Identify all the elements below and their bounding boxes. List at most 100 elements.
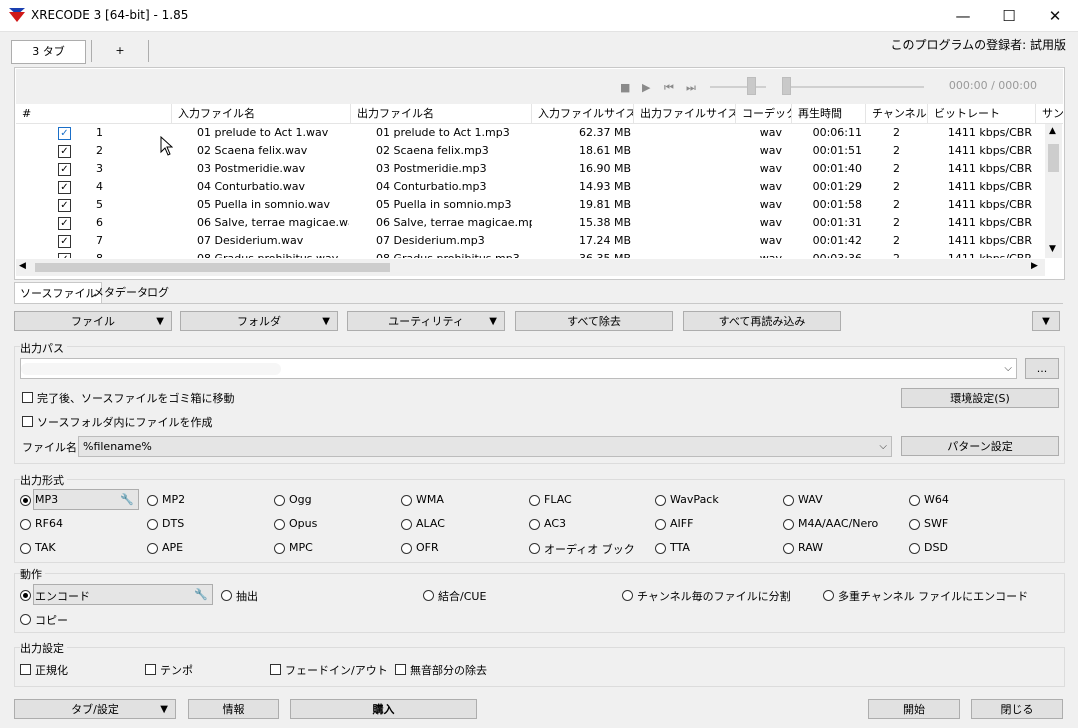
row-checkbox[interactable]: ✓ (58, 163, 71, 176)
format-option-radio[interactable] (401, 543, 412, 554)
volume-slider-thumb[interactable] (747, 77, 756, 95)
column-header-output-name[interactable]: 出力ファイル名 (351, 104, 532, 123)
format-option-radio[interactable] (147, 519, 158, 530)
move-to-trash-checkbox[interactable] (22, 392, 33, 403)
format-option-radio[interactable] (655, 543, 666, 554)
column-header-codec[interactable]: コーデック (736, 104, 792, 123)
horizontal-scroll-thumb[interactable] (35, 263, 390, 272)
chevron-down-icon[interactable]: ⌵ (1004, 359, 1012, 378)
table-row[interactable]: ✓ 4 04 Conturbatio.wav 04 Conturbatio.mp3 14… (16, 178, 1044, 196)
output-setting-checkbox[interactable] (20, 664, 31, 675)
format-option-radio[interactable] (20, 495, 31, 506)
column-header-sample-rate[interactable]: サン (1036, 104, 1063, 123)
action-option-radio[interactable] (20, 614, 31, 625)
column-header-input-name[interactable]: 入力ファイル名 (172, 104, 351, 123)
column-header-bitrate[interactable]: ビットレート (928, 104, 1036, 123)
column-header-input-size[interactable]: 入力ファイルサイズ (532, 104, 634, 123)
format-option-radio[interactable] (147, 543, 158, 554)
pattern-settings-button[interactable]: パターン設定 (901, 436, 1059, 456)
row-checkbox[interactable]: ✓ (58, 181, 71, 194)
table-row[interactable]: ✓ 6 06 Salve, terrae magicae.wav 06 Salve, … (16, 214, 1044, 232)
stop-icon[interactable]: ■ (620, 81, 630, 94)
scroll-down-icon[interactable]: ▼ (1049, 244, 1056, 254)
scroll-right-icon[interactable]: ▶ (1031, 261, 1038, 271)
output-setting-checkbox[interactable] (395, 664, 406, 675)
action-option-radio[interactable] (221, 590, 232, 601)
column-header-number[interactable]: # (16, 104, 172, 123)
format-option-radio[interactable] (909, 543, 920, 554)
tab-settings-button[interactable]: タブ/設定 ▼ (14, 699, 176, 719)
format-option-radio[interactable] (529, 495, 540, 506)
format-option-radio[interactable] (274, 495, 285, 506)
format-option-radio[interactable] (274, 519, 285, 530)
minimize-button[interactable]: — (940, 0, 986, 31)
create-in-source-checkbox[interactable] (22, 416, 33, 427)
table-row[interactable]: ✓ 7 07 Desiderium.wav 07 Desiderium.mp3 17.2… (16, 232, 1044, 250)
table-row[interactable]: ✓ 5 05 Puella in somnio.wav 05 Puella in so… (16, 196, 1044, 214)
filename-combo[interactable]: %filename% ⌵ (78, 436, 892, 457)
start-button[interactable]: 開始 (868, 699, 960, 719)
format-option-radio[interactable] (909, 519, 920, 530)
table-row[interactable]: ✓ 8 08 Gradus prohibitus.wav 08 Gradus proh… (16, 250, 1044, 258)
action-option-radio[interactable] (823, 590, 834, 601)
row-checkbox[interactable]: ✓ (58, 235, 71, 248)
action-option-radio[interactable] (423, 590, 434, 601)
close-window-button[interactable]: ✕ (1032, 0, 1078, 31)
format-option-radio[interactable] (529, 543, 540, 554)
maximize-button[interactable]: ☐ (986, 0, 1032, 31)
seek-slider[interactable] (782, 86, 924, 88)
row-checkbox[interactable]: ✓ (58, 127, 71, 140)
format-option-radio[interactable] (20, 543, 31, 554)
row-checkbox[interactable]: ✓ (58, 145, 71, 158)
format-option-radio[interactable] (655, 519, 666, 530)
info-button[interactable]: 情報 (188, 699, 279, 719)
row-checkbox[interactable]: ✓ (58, 199, 71, 212)
column-header-channels[interactable]: チャンネル (866, 104, 928, 123)
format-option-radio[interactable] (274, 543, 285, 554)
previous-icon[interactable]: ⏮ (664, 81, 674, 95)
tab-log[interactable]: ログ (142, 282, 174, 303)
row-checkbox[interactable]: ✓ (58, 217, 71, 230)
format-option-radio[interactable] (783, 495, 794, 506)
more-options-button[interactable]: ▼ (1032, 311, 1060, 331)
format-option-radio[interactable] (529, 519, 540, 530)
reload-all-button[interactable]: すべて再読み込み (683, 311, 841, 331)
remove-all-button[interactable]: すべて除去 (515, 311, 673, 331)
format-option-radio[interactable] (20, 519, 31, 530)
wrench-icon[interactable]: 🔧 (194, 585, 208, 604)
format-option-radio[interactable] (909, 495, 920, 506)
folder-menu-button[interactable]: フォルダ ▼ (180, 311, 338, 331)
chevron-down-icon[interactable]: ⌵ (879, 437, 887, 456)
wrench-icon[interactable]: 🔧 (120, 490, 134, 509)
format-option-radio[interactable] (401, 519, 412, 530)
file-menu-button[interactable]: ファイル ▼ (14, 311, 172, 331)
format-option-radio[interactable] (783, 543, 794, 554)
utility-menu-button[interactable]: ユーティリティ ▼ (347, 311, 505, 331)
volume-slider[interactable] (710, 86, 766, 88)
preferences-button[interactable]: 環境設定(S) (901, 388, 1059, 408)
column-header-output-size[interactable]: 出力ファイルサイズ (634, 104, 736, 123)
output-path-field[interactable]: ⌵ (20, 358, 1017, 379)
action-option-radio[interactable] (20, 590, 31, 601)
format-option-radio[interactable] (401, 495, 412, 506)
tab-3-tabs[interactable]: 3 タブ (11, 40, 86, 64)
output-setting-checkbox[interactable] (270, 664, 281, 675)
play-icon[interactable]: ▶ (642, 81, 650, 94)
scroll-left-icon[interactable]: ◀ (19, 261, 26, 271)
scroll-up-icon[interactable]: ▲ (1049, 126, 1056, 136)
row-checkbox[interactable]: ✓ (58, 253, 71, 258)
column-header-duration[interactable]: 再生時間 (792, 104, 866, 123)
browse-button[interactable]: ... (1025, 358, 1059, 379)
table-row[interactable]: ✓ 3 03 Postmeridie.wav 03 Postmeridie.mp3 16… (16, 160, 1044, 178)
format-option-radio[interactable] (783, 519, 794, 530)
close-button[interactable]: 閉じる (971, 699, 1063, 719)
add-tab-button[interactable]: + (91, 40, 149, 62)
format-option-radio[interactable] (655, 495, 666, 506)
output-setting-checkbox[interactable] (145, 664, 156, 675)
seek-slider-thumb[interactable] (782, 77, 791, 95)
horizontal-scrollbar[interactable]: ◀ ▶ (16, 259, 1045, 276)
format-option-radio[interactable] (147, 495, 158, 506)
action-option-radio[interactable] (622, 590, 633, 601)
buy-button[interactable]: 購入 (290, 699, 477, 719)
next-icon[interactable]: ⏭ (686, 81, 696, 95)
